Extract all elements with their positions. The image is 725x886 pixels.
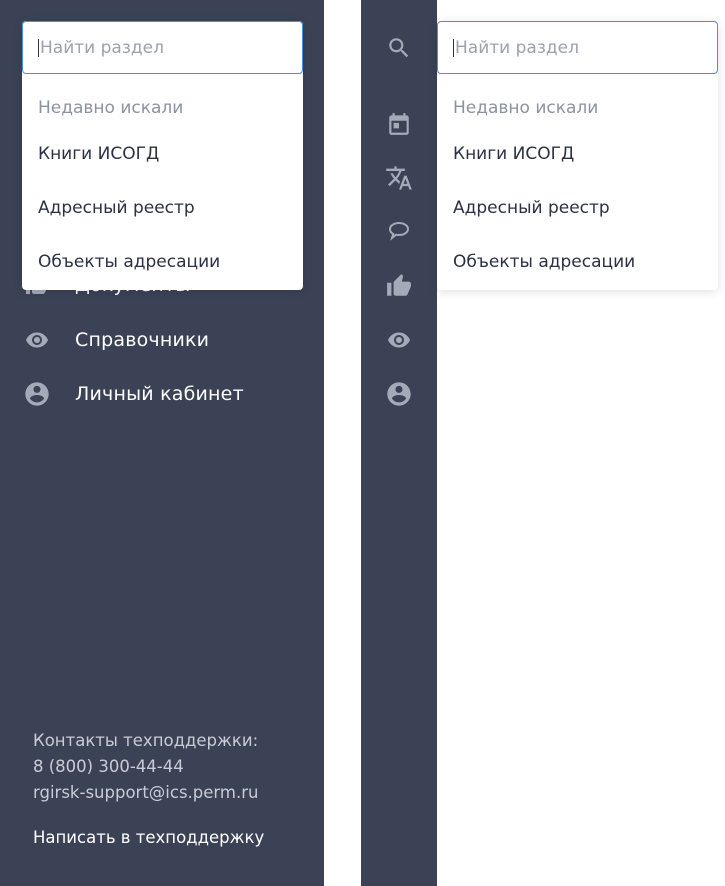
write-support-link[interactable]: Написать в техподдержку [33,828,264,847]
sidebar-item-label: Личный кабинет [75,383,244,405]
thumb-up-icon[interactable] [384,271,414,301]
sidebar-item-directories[interactable]: Справочники [22,325,209,355]
recent-search-item[interactable]: Книги ИСОГД [38,144,159,164]
sidebar-item-label: Справочники [75,329,210,351]
search-icon[interactable] [384,33,414,63]
eye-icon [22,325,52,355]
recent-searches-heading: Недавно искали [453,98,599,118]
support-contacts: Контакты техподдержки: 8 (800) 300-44-44… [33,728,258,806]
recent-searches-heading: Недавно искали [38,98,184,118]
search-placeholder: Найти раздел [40,37,164,58]
sidebar-item-account[interactable]: Личный кабинет [22,379,244,409]
search-dropdown: Найти раздел Недавно искали Книги ИСОГД … [437,21,718,290]
eye-icon[interactable] [384,325,414,355]
calendar-icon[interactable] [384,109,414,139]
support-email: rgirsk-support@ics.perm.ru [33,783,259,802]
account-icon [22,379,52,409]
sidebar-collapsed [361,0,437,886]
recent-search-item[interactable]: Объекты адресации [453,252,635,272]
recent-search-item[interactable]: Объекты адресации [38,252,220,272]
search-input[interactable]: Найти раздел [437,21,718,74]
search-placeholder: Найти раздел [455,37,579,58]
comment-icon[interactable] [384,216,414,246]
recent-search-item[interactable]: Книги ИСОГД [453,144,574,164]
search-dropdown: Найти раздел Недавно искали Книги ИСОГД … [22,21,303,290]
text-caret [453,38,454,57]
text-caret [38,38,39,57]
account-icon[interactable] [384,379,414,409]
support-contacts-label: Контакты техподдержки: [33,731,259,750]
recent-search-item[interactable]: Адресный реестр [453,198,610,218]
support-phone: 8 (800) 300-44-44 [33,757,184,776]
translate-icon[interactable] [384,163,414,193]
sidebar-expanded: Документы Справочники Личный кабинет Кон… [0,0,324,886]
recent-search-item[interactable]: Адресный реестр [38,198,195,218]
search-input[interactable]: Найти раздел [22,21,303,74]
